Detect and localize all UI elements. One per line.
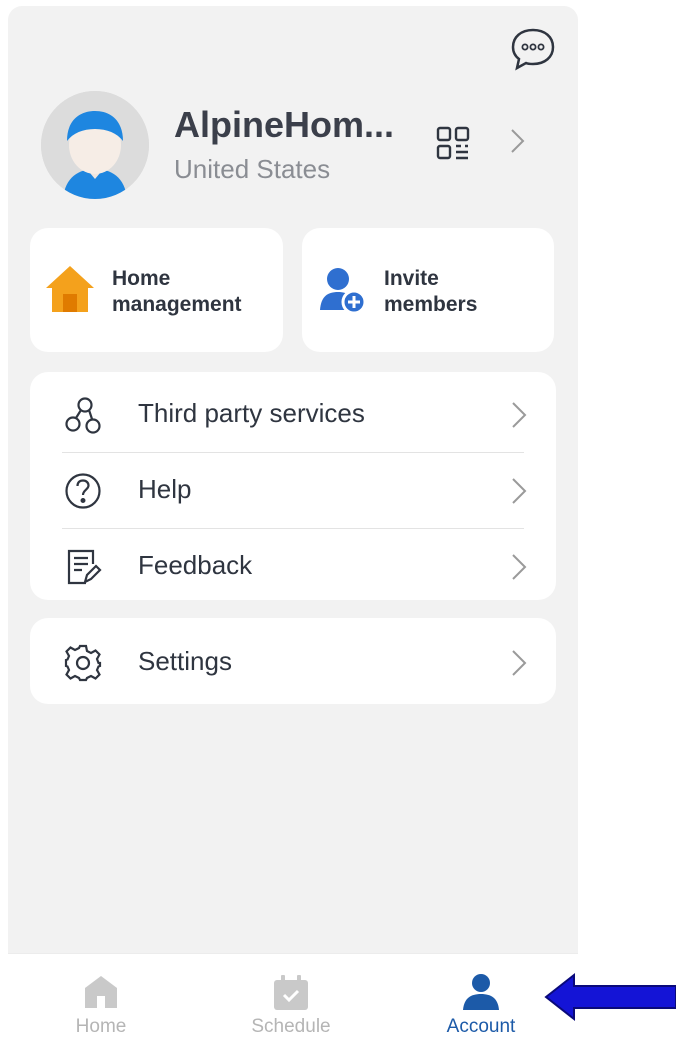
profile-name: AlpineHom... xyxy=(174,104,395,145)
chevron-right-icon xyxy=(510,476,528,506)
chevron-right-icon xyxy=(510,552,528,582)
home-management-card[interactable]: Home management xyxy=(30,228,283,352)
feedback-icon xyxy=(64,548,102,586)
chevron-right-icon[interactable] xyxy=(508,126,528,156)
link-nodes-icon xyxy=(64,396,102,434)
settings-card: Settings xyxy=(30,618,556,704)
add-user-icon xyxy=(316,264,368,315)
qr-code-icon[interactable] xyxy=(436,126,470,160)
invite-members-label: Invite members xyxy=(384,267,478,316)
annotation-arrow-icon xyxy=(544,972,676,1022)
home-management-label: Home management xyxy=(112,267,242,316)
gear-icon xyxy=(64,644,102,682)
person-icon xyxy=(461,972,501,1012)
tab-account[interactable]: Account xyxy=(406,964,556,1044)
home-icon xyxy=(81,972,121,1012)
menu-item-label: Feedback xyxy=(138,550,253,580)
menu-item-third-party-services[interactable]: Third party services xyxy=(30,376,556,452)
avatar[interactable] xyxy=(41,91,149,199)
chevron-right-icon xyxy=(510,400,528,430)
profile-country: United States xyxy=(174,154,331,184)
settings-label: Settings xyxy=(138,646,232,676)
menu-list: Third party services Help Feedback xyxy=(30,372,556,600)
menu-item-settings[interactable]: Settings xyxy=(30,624,556,700)
phone-screen: AlpineHom... United States Home manageme… xyxy=(8,6,578,1044)
profile-header[interactable]: AlpineHom... United States xyxy=(8,86,578,199)
chevron-right-icon xyxy=(510,648,528,678)
menu-item-help[interactable]: Help xyxy=(30,452,556,528)
tab-schedule[interactable]: Schedule xyxy=(216,964,366,1044)
tab-label: Schedule xyxy=(251,1016,331,1037)
house-icon xyxy=(44,264,96,314)
tab-label: Home xyxy=(75,1016,127,1037)
chat-bubble-icon[interactable] xyxy=(510,26,556,72)
menu-item-feedback[interactable]: Feedback xyxy=(30,528,556,604)
help-circle-icon xyxy=(64,472,102,510)
menu-item-label: Third party services xyxy=(138,398,365,428)
tab-label: Account xyxy=(446,1016,516,1037)
tab-home[interactable]: Home xyxy=(26,964,176,1044)
menu-item-label: Help xyxy=(138,474,192,504)
bottom-tab-bar: Home Schedule Account xyxy=(8,953,578,1044)
calendar-icon xyxy=(271,972,311,1012)
invite-members-card[interactable]: Invite members xyxy=(302,228,554,352)
